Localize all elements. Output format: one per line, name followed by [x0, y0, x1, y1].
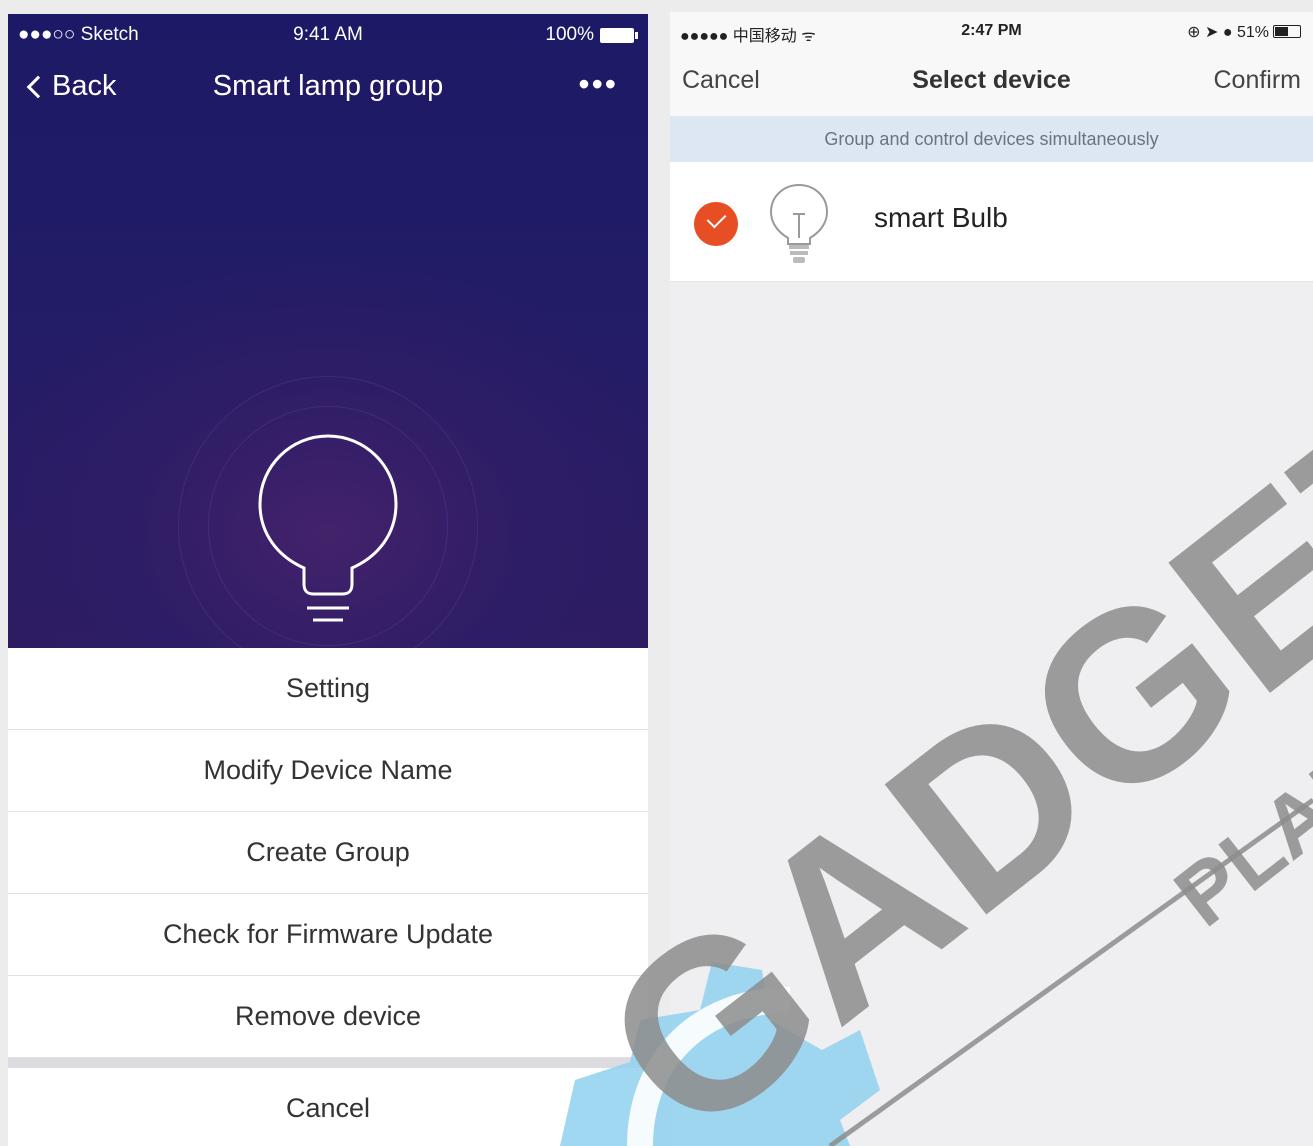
list-item[interactable]: smart Bulb	[670, 162, 1313, 282]
battery-percent: 100%	[545, 24, 594, 45]
info-banner: Group and control devices simultaneously	[670, 116, 1313, 162]
right-screen: ●●●●● 中国移动 ᯤ 2:47 PM ⊕ ➤ ● 51% Cancel Se…	[670, 12, 1313, 1146]
lamp-toggle[interactable]	[176, 376, 480, 676]
menu-item-remove-device[interactable]: Remove device	[8, 976, 648, 1058]
menu-item-firmware-update[interactable]: Check for Firmware Update	[8, 894, 648, 976]
status-indicators: ⊕ ➤ ● 51%	[1187, 24, 1269, 41]
battery-icon	[600, 28, 638, 43]
page-title: Smart lamp group	[212, 70, 444, 102]
cancel-button[interactable]: Cancel	[8, 1068, 648, 1146]
lamp-hero: ●●●○○ Sketch 9:41 AM 100% Back Smart lam…	[8, 14, 648, 676]
bulb-icon	[769, 183, 829, 263]
ripple-ring	[208, 406, 448, 646]
menu-item-create-group[interactable]: Create Group	[8, 812, 648, 894]
menu-item-modify-name[interactable]: Modify Device Name	[8, 730, 648, 812]
battery-icon	[1273, 25, 1301, 38]
left-screen: ●●●○○ Sketch 9:41 AM 100% Back Smart lam…	[8, 14, 648, 1146]
more-button[interactable]: •••	[578, 66, 618, 103]
action-sheet: Setting Modify Device Name Create Group …	[8, 648, 648, 1146]
menu-item-setting[interactable]: Setting	[8, 648, 648, 730]
checkmark-icon[interactable]	[694, 202, 738, 246]
confirm-button[interactable]: Confirm	[1213, 66, 1301, 95]
nav-bar: Back Smart lamp group •••	[8, 66, 648, 116]
menu-divider	[8, 1058, 648, 1068]
top-bar: ●●●●● 中国移动 ᯤ 2:47 PM ⊕ ➤ ● 51% Cancel Se…	[670, 12, 1313, 116]
nav-bar: Cancel Select device Confirm	[670, 64, 1313, 104]
device-name: smart Bulb	[874, 202, 1008, 233]
status-bar: ●●●○○ Sketch 9:41 AM 100%	[8, 22, 648, 50]
status-bar: ●●●●● 中国移动 ᯤ 2:47 PM ⊕ ➤ ● 51%	[670, 20, 1313, 45]
